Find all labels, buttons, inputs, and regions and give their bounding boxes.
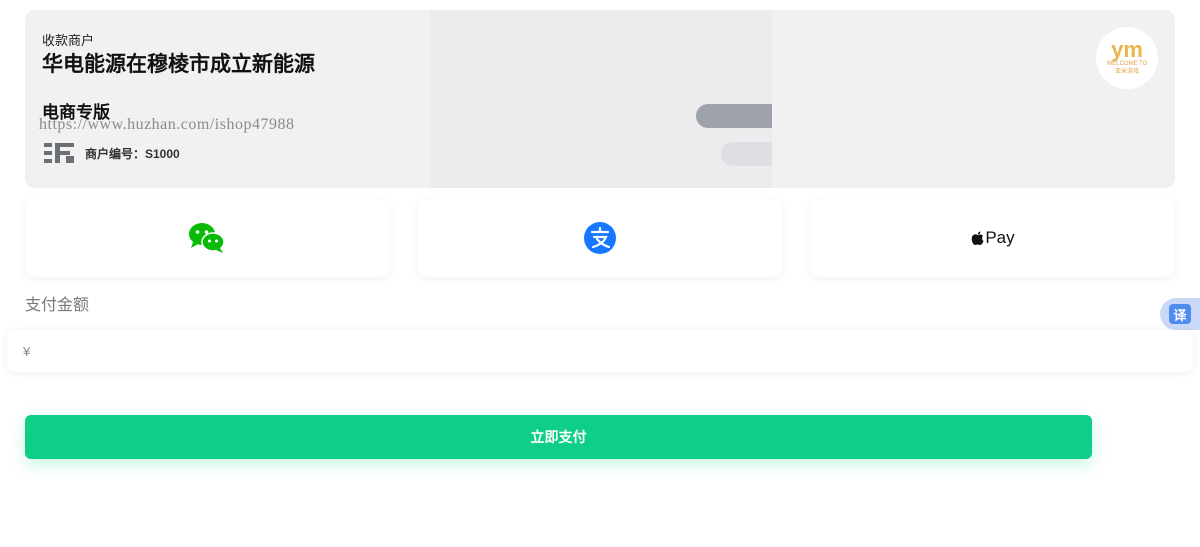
watermark-url: https://www.huzhan.com/ishop47988 bbox=[39, 116, 295, 133]
merchant-id: 商户编号：S1000 bbox=[85, 146, 180, 161]
logo-line2: 亚米游戏 bbox=[1114, 69, 1139, 75]
translate-button[interactable]: 译 bbox=[1160, 298, 1200, 330]
apple-pay-label: Pay bbox=[985, 228, 1015, 247]
merchant-name: 华电能源在穆棱市成立新能源 bbox=[42, 53, 315, 76]
currency-symbol: ¥ bbox=[23, 343, 31, 359]
logo-mark: ym bbox=[1111, 37, 1143, 62]
merchant-id-row: 商户编号：S1000 bbox=[44, 142, 180, 164]
brand-logo: ym WELCOME TO 亚米游戏 bbox=[1096, 27, 1158, 89]
merchant-label: 收款商户 bbox=[42, 33, 95, 48]
apple-icon bbox=[972, 231, 984, 245]
logo-line1: WELCOME TO bbox=[1106, 61, 1148, 67]
merchant-card: 收款商户 华电能源在穆棱市成立新能源 电商专版 https://www.huzh… bbox=[25, 10, 1175, 188]
wechat-icon bbox=[189, 223, 225, 253]
wechat-pay-button[interactable] bbox=[25, 199, 389, 277]
amount-input[interactable] bbox=[36, 343, 1137, 359]
apple-pay-button[interactable]: Pay bbox=[811, 199, 1175, 277]
decorative-bar bbox=[721, 142, 772, 166]
merchant-id-icon bbox=[44, 143, 74, 163]
alipay-button[interactable] bbox=[418, 199, 782, 277]
card-overlay bbox=[430, 10, 772, 188]
pay-now-button[interactable]: 立即支付 bbox=[25, 415, 1092, 459]
translate-icon: 译 bbox=[1169, 304, 1191, 324]
payment-methods: Pay bbox=[25, 199, 1175, 277]
alipay-icon bbox=[584, 222, 616, 254]
amount-label: 支付金额 bbox=[25, 297, 90, 314]
decorative-bar bbox=[696, 104, 772, 128]
apple-pay-logo: Pay bbox=[971, 228, 1015, 248]
amount-field[interactable]: ¥ bbox=[7, 330, 1193, 372]
